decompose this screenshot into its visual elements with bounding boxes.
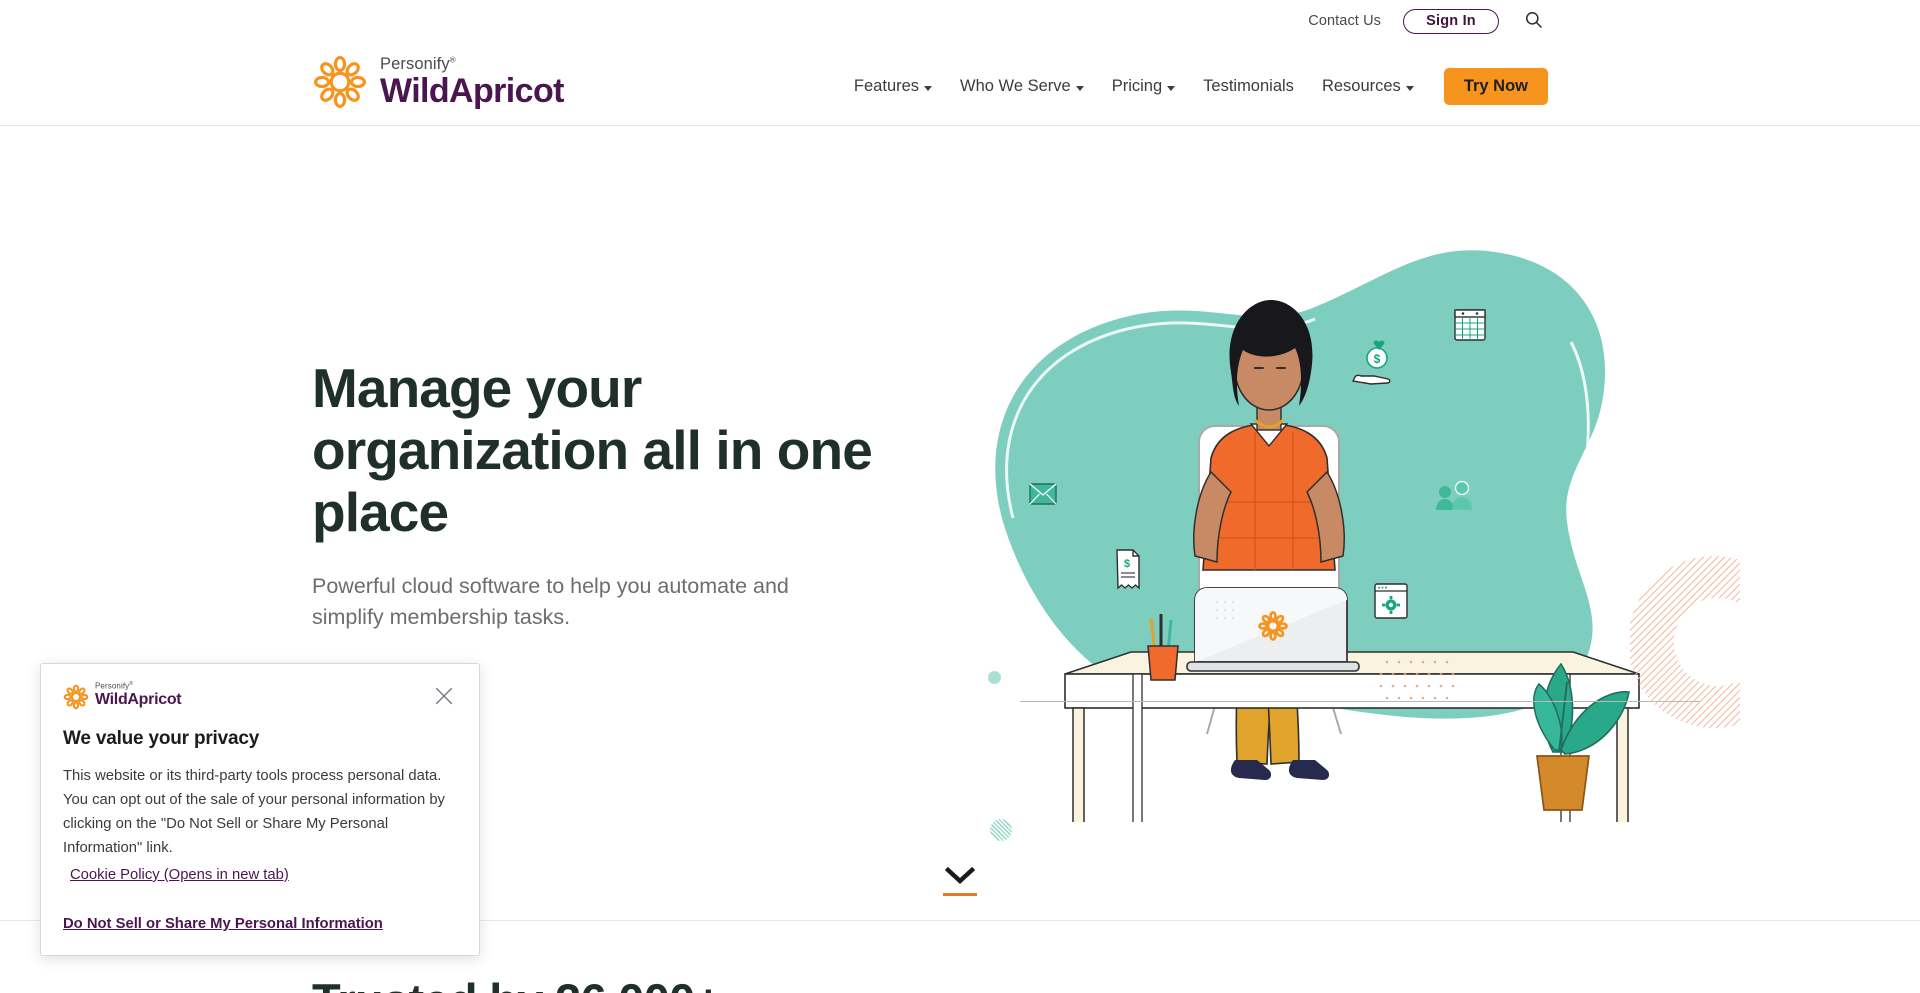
apricot-sunburst-icon	[63, 684, 89, 710]
cookie-dialog-logo: Personify® WildApricot	[63, 681, 182, 710]
scroll-down-button[interactable]	[943, 866, 977, 896]
nav-item-pricing[interactable]: Pricing	[1098, 71, 1189, 102]
cookie-dialog-title: We value your privacy	[63, 728, 260, 749]
calendar-icon	[1454, 309, 1486, 341]
cookie-dialog-header: Personify® WildApricot	[63, 682, 457, 710]
hero-subtitle: Powerful cloud software to help you auto…	[312, 574, 789, 630]
utility-bar: Contact Us Sign In	[0, 0, 1920, 42]
settings-window-icon	[1374, 583, 1408, 619]
logo-wordmark: Personify® WildApricot	[380, 50, 564, 108]
laptop	[1186, 587, 1360, 672]
nav-item-resources[interactable]: Resources	[1308, 71, 1428, 102]
cookie-logo-wordmark: Personify® WildApricot	[95, 681, 182, 708]
nav-item-who-we-serve[interactable]: Who We Serve	[946, 71, 1098, 102]
hero-title: Manage your organization all in one plac…	[312, 357, 873, 544]
nav-label: Pricing	[1111, 77, 1163, 95]
nav-label: Resources	[1321, 77, 1401, 95]
woman-at-desk-with-laptop-illustration: $ $	[955, 222, 1715, 822]
sign-in-button[interactable]: Sign In	[1403, 8, 1499, 34]
svg-text:$: $	[1124, 558, 1130, 570]
main-navigation: Features Who We Serve Pricing Testimonia…	[840, 68, 1548, 105]
cookie-consent-dialog: Personify® WildApricot We value your pri…	[40, 663, 480, 956]
cookie-dialog-close-button[interactable]	[431, 684, 457, 710]
svg-text:$: $	[1374, 352, 1381, 366]
apricot-sunburst-icon	[312, 54, 368, 110]
nav-label: Testimonials	[1203, 77, 1294, 95]
site-header: Personify® WildApricot Features Who We S…	[0, 42, 1920, 126]
wildapricot-logo[interactable]: Personify® WildApricot	[312, 50, 564, 110]
search-button[interactable]	[1521, 9, 1545, 33]
contact-us-link[interactable]: Contact Us	[1308, 13, 1381, 29]
close-icon	[433, 685, 455, 710]
nav-label: Who We Serve	[960, 77, 1071, 95]
search-icon	[1524, 10, 1543, 32]
receipt-invoice-icon: $	[1116, 549, 1140, 590]
trusted-by-title: Trusted by 26,000+	[312, 973, 722, 993]
logo-personify-text: Personify®	[380, 55, 456, 73]
cookie-logo-wildapricot-text: WildApricot	[95, 690, 182, 708]
chevron-down-icon	[944, 866, 976, 888]
cookie-logo-personify-text: Personify®	[95, 681, 134, 691]
try-now-button[interactable]: Try Now	[1443, 68, 1548, 105]
cookie-policy-link[interactable]: Cookie Policy (Opens in new tab)	[70, 867, 289, 883]
ground-line	[1020, 701, 1700, 702]
cookie-dialog-body: This website or its third-party tools pr…	[63, 768, 445, 856]
chevron-down-icon	[1167, 85, 1176, 91]
teal-dot-decoration	[988, 671, 1001, 684]
page-root: Contact Us Sign In Personify® WildAprico…	[0, 0, 1920, 993]
logo-wildapricot-text: WildApricot	[380, 71, 564, 110]
nav-label: Features	[853, 77, 920, 95]
chevron-down-icon	[1405, 85, 1414, 91]
email-envelope-icon	[1029, 483, 1057, 505]
scroll-underline	[943, 893, 977, 896]
chevron-down-icon	[1075, 85, 1084, 91]
nav-item-testimonials[interactable]: Testimonials	[1189, 71, 1308, 102]
chevron-down-icon	[924, 85, 933, 91]
nav-item-features[interactable]: Features	[840, 71, 946, 102]
hatched-dot-decoration	[990, 819, 1012, 841]
do-not-sell-link[interactable]: Do Not Sell or Share My Personal Informa…	[63, 916, 383, 932]
